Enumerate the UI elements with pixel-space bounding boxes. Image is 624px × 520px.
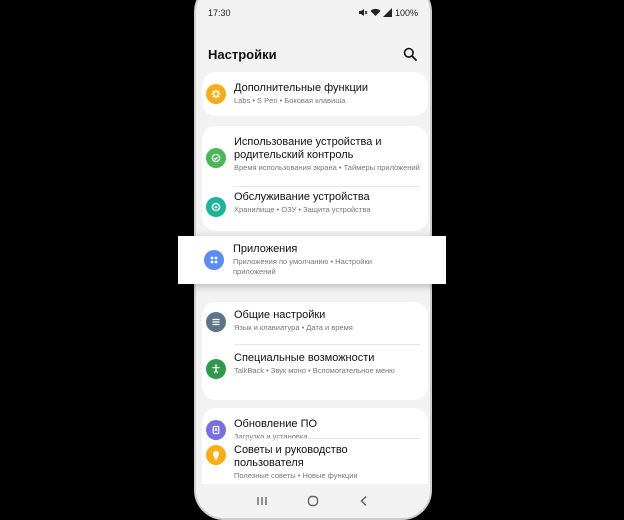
software-update-icon <box>206 420 226 440</box>
item-title: Обновление ПО <box>234 418 318 430</box>
device-care-icon <box>206 197 226 217</box>
digital-wellbeing-icon <box>206 148 226 168</box>
item-title: Общие настройки <box>234 309 326 321</box>
item-title: Обслуживание устройства <box>234 191 370 203</box>
settings-item-advanced-features[interactable]: Дополнительные функции Labs • S Pen • Бо… <box>202 72 428 116</box>
settings-item-general-management[interactable]: Общие настройки Язык и клавиатура • Дата… <box>202 302 428 345</box>
search-button[interactable] <box>400 44 420 64</box>
recents-icon <box>256 497 267 505</box>
item-title: Приложения <box>233 243 298 255</box>
home-icon <box>307 495 319 507</box>
item-title: Советы и руководство пользователя <box>234 444 348 469</box>
signal-icon <box>382 7 392 19</box>
mute-icon <box>358 8 368 19</box>
apps-icon <box>204 250 224 270</box>
home-button[interactable] <box>298 490 328 512</box>
back-button[interactable] <box>349 490 379 512</box>
item-title: Дополнительные функции <box>234 82 369 94</box>
item-subtitle: Хранилище • ОЗУ • Защита устройства <box>234 205 371 214</box>
search-icon <box>403 47 417 61</box>
settings-item-accessibility[interactable]: Специальные возможности TalkBack • Звук … <box>202 345 428 400</box>
settings-header: Настройки <box>208 42 420 66</box>
settings-item-tips[interactable]: Советы и руководство пользователя Полезн… <box>202 439 428 483</box>
status-time: 17:30 <box>208 8 231 18</box>
settings-group-1: Дополнительные функции Labs • S Pen • Бо… <box>202 72 428 116</box>
settings-item-apps[interactable]: Приложения Приложения по умолчанию • Нас… <box>178 236 446 284</box>
settings-item-device-care[interactable]: Обслуживание устройства Хранилище • ОЗУ … <box>202 187 428 231</box>
item-subtitle: Labs • S Pen • Боковая клавиша <box>234 96 346 105</box>
settings-item-digital-wellbeing[interactable]: Использование устройства и родительский … <box>202 126 428 186</box>
accessibility-icon <box>206 359 226 379</box>
item-subtitle: Приложения по умолчанию • Настройки прил… <box>233 257 372 276</box>
page-title: Настройки <box>208 46 277 62</box>
navigation-bar <box>196 484 430 518</box>
advanced-features-icon <box>206 84 226 104</box>
back-icon <box>360 495 367 507</box>
item-subtitle: TalkBack • Звук моно • Вспомогательное м… <box>234 366 395 375</box>
settings-group-4: Общие настройки Язык и клавиатура • Дата… <box>202 302 428 400</box>
item-subtitle: Полезные советы • Новые функции <box>234 471 358 480</box>
general-management-icon <box>206 312 226 332</box>
recents-button[interactable] <box>247 490 277 512</box>
item-subtitle: Время использования экрана • Таймеры при… <box>234 163 420 172</box>
status-bar: 17:30 100% <box>196 2 430 24</box>
item-title: Использование устройства и родительский … <box>234 136 382 161</box>
tips-icon <box>206 445 226 465</box>
item-title: Специальные возможности <box>234 352 375 364</box>
battery-level: 100% <box>394 8 418 18</box>
settings-group-2: Использование устройства и родительский … <box>202 126 428 231</box>
item-subtitle: Язык и клавиатура • Дата и время <box>234 323 353 332</box>
wifi-icon <box>370 8 381 19</box>
